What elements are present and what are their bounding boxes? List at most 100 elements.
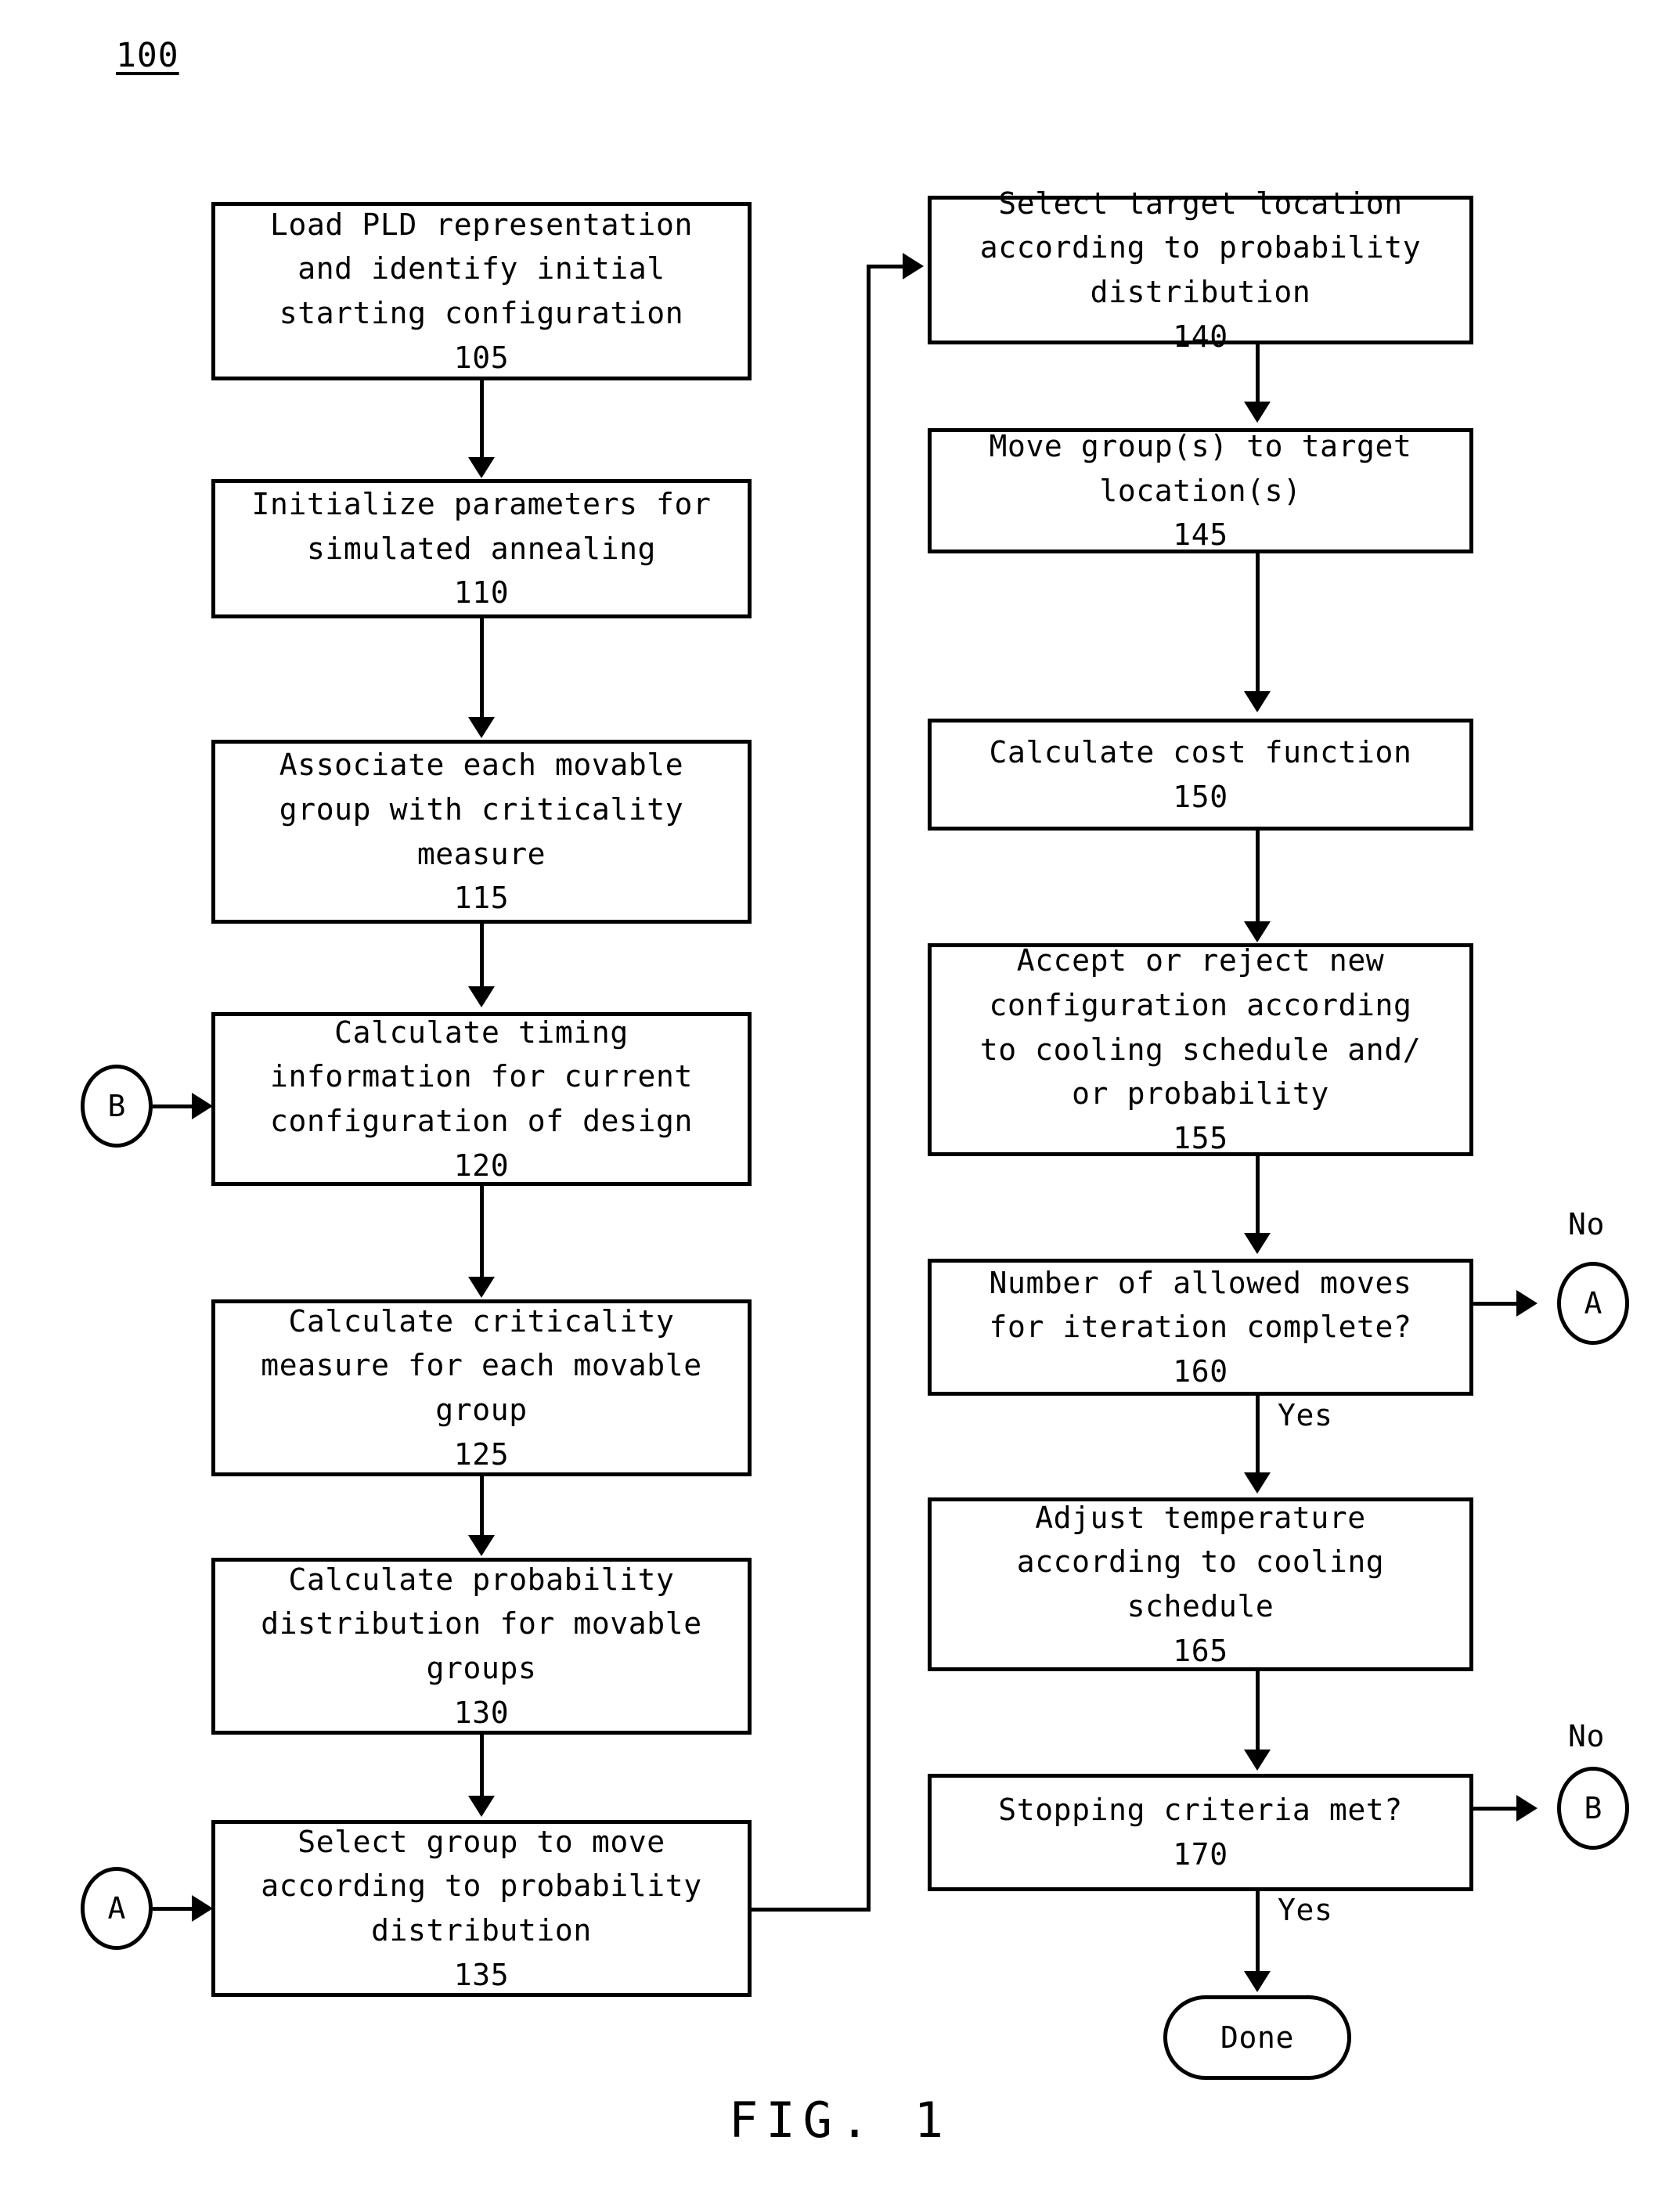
connector-b-left-label: B [107, 1089, 126, 1123]
box-105-line-1: Load PLD representation [270, 207, 693, 242]
figure-caption: FIG. 1 [729, 2092, 951, 2149]
edge-label-no-160: No [1568, 1207, 1605, 1241]
box-110-reference-numeral: 110 [453, 575, 510, 611]
arrowhead-145-to-150 [1244, 691, 1271, 712]
box-155-line-3: to cooling schedule and/ [979, 1032, 1422, 1067]
box-130-reference-numeral: 130 [453, 1695, 510, 1730]
arrowhead-170-no-to-b [1516, 1795, 1538, 1822]
edge-145-to-150 [1256, 553, 1260, 693]
box-155-line-2: configuration according [989, 988, 1412, 1023]
arrowhead-135-to-140 [903, 253, 924, 279]
edge-130-to-135 [480, 1735, 484, 1797]
arrowhead-a-left-to-135 [192, 1895, 213, 1922]
arrowhead-110-to-115 [468, 717, 495, 738]
box-135-line-1: Select group to move [297, 1824, 665, 1859]
box-160-reference-numeral: 160 [1173, 1353, 1228, 1389]
connector-a-left-label: A [107, 1891, 126, 1926]
box-160-line-1: Number of allowed moves [989, 1265, 1412, 1300]
process-box-125: Calculate criticality measure for each m… [211, 1299, 752, 1476]
patent-figure-page: 100 Load PLD representation and identify… [0, 0, 1680, 2209]
edge-b-left-to-120 [153, 1104, 195, 1108]
edge-label-no-170: No [1568, 1719, 1605, 1753]
box-140-line-1: Select target location [998, 186, 1403, 221]
arrowhead-115-to-120 [468, 986, 495, 1007]
figure-number-label: 100 [116, 36, 179, 75]
box-155-reference-numeral: 155 [1173, 1120, 1228, 1155]
edge-label-yes-170: Yes [1278, 1893, 1333, 1927]
edge-135-to-140-segment-right [752, 1908, 871, 1912]
box-135-line-3: distribution [371, 1913, 592, 1948]
terminator-done: Done [1163, 1995, 1351, 2080]
box-170-line-1: Stopping criteria met? [998, 1793, 1403, 1828]
edge-160-yes-to-165 [1256, 1396, 1260, 1474]
connector-circle-b-left: B [81, 1065, 153, 1148]
connector-circle-a-right: A [1557, 1262, 1629, 1345]
arrowhead-130-to-135 [468, 1796, 495, 1817]
process-box-165: Adjust temperature according to cooling … [928, 1497, 1473, 1671]
edge-150-to-155 [1256, 831, 1260, 923]
edge-170-no-to-b [1473, 1807, 1520, 1811]
edge-110-to-115 [480, 618, 484, 719]
arrowhead-125-to-130 [468, 1535, 495, 1556]
box-115-line-1: Associate each movable [279, 748, 684, 783]
box-165-line-1: Adjust temperature [1035, 1500, 1366, 1535]
box-120-line-3: configuration of design [270, 1104, 693, 1138]
process-box-135: Select group to move according to probab… [211, 1820, 752, 1997]
box-165-line-2: according to cooling [1016, 1544, 1385, 1580]
decision-box-170: Stopping criteria met? 170 [928, 1774, 1473, 1891]
box-110-line-1: Initialize parameters for [251, 487, 712, 522]
process-box-110: Initialize parameters for simulated anne… [211, 479, 752, 618]
process-box-120: Calculate timing information for current… [211, 1012, 752, 1186]
edge-105-to-110 [480, 380, 484, 459]
process-box-130: Calculate probability distribution for m… [211, 1558, 752, 1735]
edge-170-yes-to-done [1256, 1891, 1260, 1973]
box-170-reference-numeral: 170 [1173, 1837, 1228, 1872]
box-150-line-1: Calculate cost function [989, 734, 1412, 769]
box-130-line-2: distribution for movable [261, 1606, 702, 1641]
box-105-line-3: starting configuration [279, 296, 684, 330]
arrowhead-140-to-145 [1244, 402, 1271, 423]
box-150-reference-numeral: 150 [1173, 779, 1228, 814]
arrowhead-160-no-to-a [1516, 1290, 1538, 1317]
box-135-reference-numeral: 135 [453, 1957, 510, 1992]
process-box-145: Move group(s) to target location(s) 145 [928, 428, 1473, 553]
edge-a-left-to-135 [153, 1907, 195, 1911]
process-box-150: Calculate cost function 150 [928, 719, 1473, 831]
box-125-line-1: Calculate criticality [288, 1303, 675, 1339]
box-155-line-4: or probability [1072, 1076, 1329, 1112]
box-145-line-1: Move group(s) to target [989, 429, 1412, 464]
box-115-line-2: group with criticality [279, 791, 684, 827]
process-box-140: Select target location according to prob… [928, 186, 1473, 354]
box-120-reference-numeral: 120 [453, 1148, 510, 1183]
connector-circle-a-left: A [81, 1867, 153, 1950]
box-145-line-2: location(s) [1099, 473, 1302, 508]
arrowhead-120-to-125 [468, 1277, 495, 1298]
box-165-line-3: schedule [1127, 1589, 1274, 1623]
arrowhead-160-yes-to-165 [1244, 1472, 1271, 1494]
connector-a-right-label: A [1584, 1286, 1602, 1321]
box-130-line-1: Calculate probability [288, 1562, 675, 1597]
box-105-reference-numeral: 105 [453, 340, 510, 375]
edge-165-to-170 [1256, 1671, 1260, 1751]
box-155-line-1: Accept or reject new [1016, 943, 1385, 978]
process-box-105: Load PLD representation and identify ini… [211, 202, 752, 380]
connector-circle-b-right: B [1557, 1767, 1629, 1850]
edge-135-to-140-segment-into-140 [867, 265, 906, 268]
box-130-line-3: groups [426, 1651, 537, 1685]
box-140-reference-numeral: 140 [1173, 319, 1228, 354]
decision-box-160: Number of allowed moves for iteration co… [928, 1259, 1473, 1396]
box-145-reference-numeral: 145 [1173, 517, 1228, 553]
box-110-line-2: simulated annealing [306, 531, 657, 566]
edge-125-to-130 [480, 1476, 484, 1537]
process-box-115: Associate each movable group with critic… [211, 740, 752, 924]
edge-135-to-140-segment-up [867, 265, 871, 1912]
box-115-reference-numeral: 115 [453, 881, 510, 916]
box-125-line-3: group [435, 1393, 528, 1427]
box-120-line-1: Calculate timing [334, 1014, 629, 1050]
edge-160-no-to-a [1473, 1302, 1520, 1306]
arrowhead-b-left-to-120 [192, 1093, 213, 1119]
edge-155-to-160 [1256, 1156, 1260, 1234]
box-140-line-2: according to probability [979, 230, 1422, 265]
process-box-155: Accept or reject new configuration accor… [928, 943, 1473, 1156]
box-165-reference-numeral: 165 [1173, 1633, 1228, 1668]
